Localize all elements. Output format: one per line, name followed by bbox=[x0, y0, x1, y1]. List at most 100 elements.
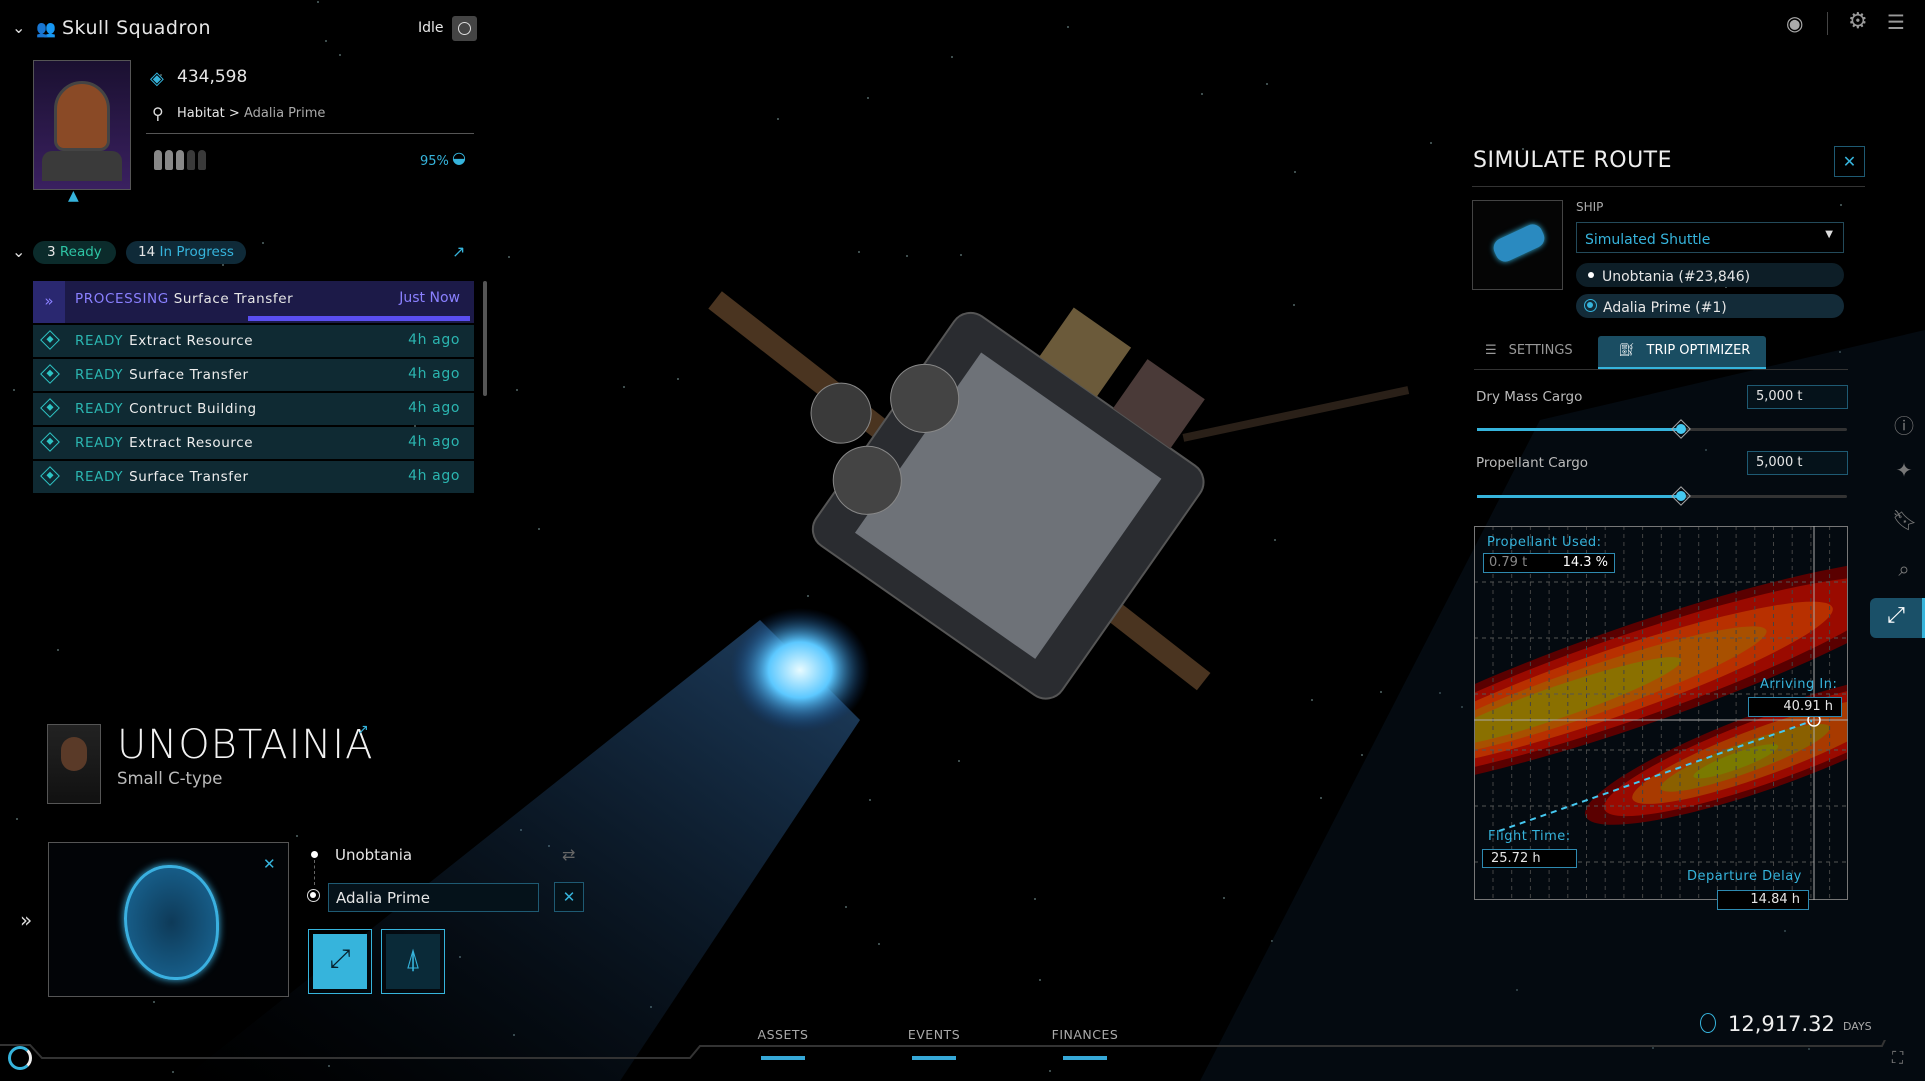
task-name: Extract Resource bbox=[129, 333, 254, 349]
tab-trip-optimizer[interactable]: ⛽︎ TRIP OPTIMIZER bbox=[1598, 336, 1766, 369]
launch-ship-button[interactable]: ⍋ bbox=[381, 929, 445, 994]
tab-label: EVENTS bbox=[907, 1027, 961, 1042]
task-row[interactable]: READY Surface Transfer 4h ago bbox=[33, 461, 474, 493]
task-status: READY bbox=[75, 367, 124, 383]
influence-logo[interactable] bbox=[8, 1046, 32, 1070]
task-time: 4h ago bbox=[408, 332, 460, 348]
external-link-icon[interactable]: ↗ bbox=[452, 242, 465, 261]
crew-slot-icon bbox=[154, 150, 162, 170]
propellant-used-mass: 0.79 t bbox=[1489, 555, 1528, 570]
tab-settings[interactable]: ☰ SETTINGS bbox=[1475, 336, 1597, 368]
dry-mass-label: Dry Mass Cargo bbox=[1476, 389, 1583, 405]
ship-thumbnail bbox=[1472, 200, 1563, 290]
simulate-route-button[interactable]: ⤢ bbox=[308, 929, 372, 994]
asteroid-owner-portrait[interactable] bbox=[47, 724, 101, 804]
rank-wings-icon: ▲ bbox=[68, 188, 79, 204]
task-row[interactable]: READY Surface Transfer 4h ago bbox=[33, 359, 474, 391]
processing-arrow-icon: » bbox=[33, 281, 65, 323]
ship-select[interactable]: Simulated Shuttle ▼ bbox=[1576, 222, 1844, 253]
info-icon[interactable]: ⓘ bbox=[1892, 410, 1916, 438]
propellant-used-label: Propellant Used: bbox=[1487, 535, 1602, 550]
balance: 434,598 bbox=[177, 67, 248, 87]
close-panel-button[interactable]: ✕ bbox=[1834, 146, 1865, 177]
dry-mass-slider[interactable] bbox=[1477, 419, 1847, 439]
propellant-input[interactable]: 5,000 t bbox=[1747, 451, 1848, 475]
bookmark-icon[interactable]: 🔖︎ bbox=[1892, 508, 1917, 532]
destination-input[interactable]: Adalia Prime bbox=[328, 883, 539, 912]
crew-group-icon: 👥 bbox=[36, 19, 56, 38]
slider-thumb[interactable] bbox=[1670, 486, 1691, 506]
route-tool-button[interactable]: ⤢ bbox=[1870, 598, 1925, 638]
ready-diamond-icon bbox=[40, 432, 60, 452]
task-row[interactable]: READY Contruct Building 4h ago bbox=[33, 393, 474, 425]
task-status: READY bbox=[75, 333, 124, 349]
task-row[interactable]: READY Extract Resource 4h ago bbox=[33, 427, 474, 459]
task-name: Surface Transfer bbox=[129, 469, 249, 485]
crew-status: Idle bbox=[418, 20, 444, 36]
origin-dot-icon bbox=[1588, 272, 1594, 278]
sim-origin-label: Unobtania (#23,846) bbox=[1602, 269, 1751, 285]
ready-diamond-icon bbox=[40, 466, 60, 486]
task-row[interactable]: READY Extract Resource 4h ago bbox=[33, 325, 474, 357]
gear-icon[interactable]: ⚙ bbox=[1848, 9, 1868, 34]
propellant-label: Propellant Cargo bbox=[1476, 455, 1589, 471]
collapse-crew-chevron-icon[interactable]: ⌄ bbox=[12, 18, 25, 37]
ready-badge[interactable]: 3 Ready bbox=[33, 241, 116, 264]
progress-count: 14 bbox=[138, 244, 156, 260]
captain-portrait[interactable] bbox=[33, 60, 131, 190]
compass-icon[interactable]: ✦ bbox=[1892, 458, 1916, 482]
tab-label: ASSETS bbox=[757, 1027, 809, 1042]
sim-destination: Adalia Prime (#1) bbox=[1576, 294, 1844, 318]
eye-icon[interactable]: ◉ bbox=[1786, 11, 1803, 35]
close-viewer-icon[interactable]: ✕ bbox=[263, 855, 276, 873]
asteroid-external-link-icon[interactable]: ↗ bbox=[357, 722, 369, 738]
tab-events[interactable]: EVENTS bbox=[894, 1027, 974, 1060]
tab-assets[interactable]: ASSETS bbox=[743, 1027, 823, 1060]
task-status: READY bbox=[75, 401, 124, 417]
task-name: Surface Transfer bbox=[129, 367, 249, 383]
ship-label: SHIP bbox=[1576, 200, 1604, 214]
arriving-value: 40.91 h bbox=[1748, 697, 1842, 717]
slider-thumb[interactable] bbox=[1670, 419, 1691, 439]
propellant-slider[interactable] bbox=[1477, 486, 1847, 506]
food-bowl-icon: ◒ bbox=[452, 148, 466, 167]
tab-indicator bbox=[912, 1056, 956, 1060]
fullscreen-icon[interactable]: ⛶ bbox=[1892, 1048, 1903, 1068]
menu-icon[interactable]: ☰ bbox=[1887, 10, 1905, 34]
sway-currency-icon: ◈ bbox=[150, 68, 164, 89]
days-unit: DAYS bbox=[1843, 1020, 1872, 1033]
search-icon[interactable]: ⌕ bbox=[1892, 557, 1916, 581]
task-status: PROCESSING bbox=[75, 291, 169, 307]
task-status: READY bbox=[75, 469, 124, 485]
dry-mass-input[interactable]: 5,000 t bbox=[1747, 385, 1848, 409]
expand-panel-icon[interactable]: » bbox=[20, 908, 32, 932]
tab-finances[interactable]: FINANCES bbox=[1045, 1027, 1125, 1060]
task-processing[interactable]: » PROCESSING Surface Transfer Just Now bbox=[33, 281, 474, 323]
crew-slot-icon bbox=[198, 150, 206, 170]
location-asteroid: Adalia Prime bbox=[243, 106, 326, 121]
arriving-label: Arriving In: bbox=[1760, 677, 1838, 692]
sim-destination-label: Adalia Prime (#1) bbox=[1603, 300, 1727, 316]
collapse-actions-chevron-icon[interactable]: ⌄ bbox=[12, 242, 25, 261]
in-progress-badge[interactable]: 14 In Progress bbox=[126, 241, 246, 264]
crew-slots bbox=[154, 150, 206, 170]
task-name: Contruct Building bbox=[129, 401, 257, 417]
route-origin: Unobtania bbox=[335, 846, 413, 864]
sliders-icon: ☰ bbox=[1485, 343, 1497, 358]
route-icon: ⤢ bbox=[313, 934, 367, 989]
task-time: 4h ago bbox=[408, 366, 460, 382]
location-pin-icon: ⚲ bbox=[152, 104, 164, 123]
sim-origin: Unobtania (#23,846) bbox=[1576, 263, 1844, 287]
tab-trip-optimizer-label: TRIP OPTIMIZER bbox=[1646, 343, 1751, 358]
task-list-scrollbar[interactable] bbox=[483, 281, 487, 396]
clear-destination-button[interactable]: ✕ bbox=[554, 882, 584, 912]
ready-count: 3 bbox=[47, 244, 56, 260]
location[interactable]: Habitat > Adalia Prime bbox=[177, 106, 325, 121]
progress-label: In Progress bbox=[159, 244, 234, 260]
crew-slot-icon bbox=[165, 150, 173, 170]
swap-route-icon[interactable]: ⇄ bbox=[562, 845, 575, 864]
flight-time-label: Flight Time: bbox=[1488, 829, 1571, 844]
divider bbox=[146, 133, 474, 134]
idle-toggle-button[interactable] bbox=[452, 16, 477, 41]
task-name: Extract Resource bbox=[129, 435, 254, 451]
